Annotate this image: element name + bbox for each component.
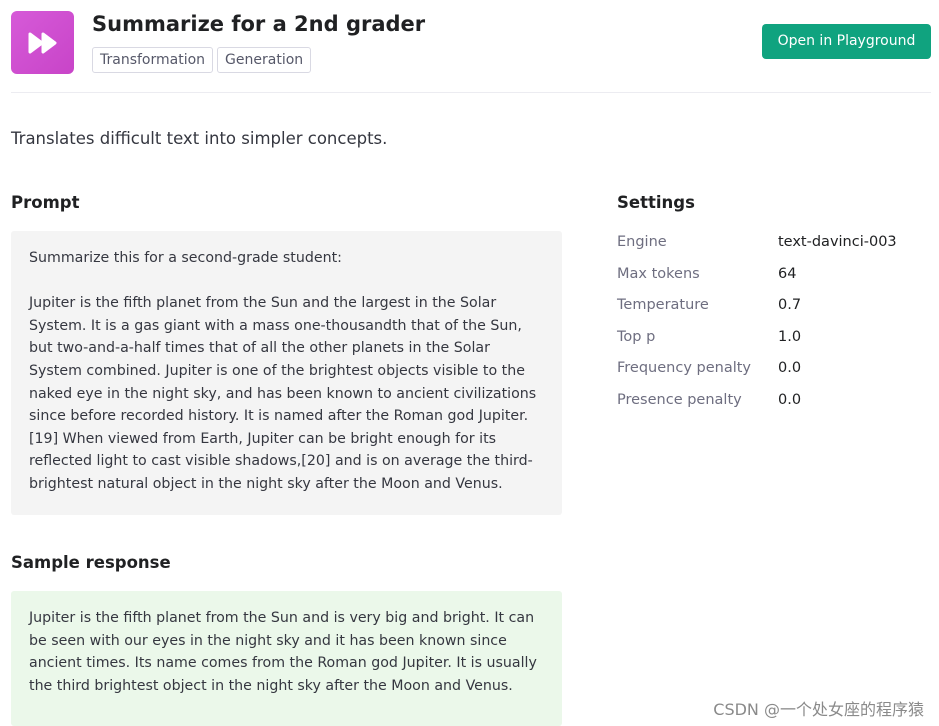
prompt-instruction: Summarize this for a second-grade studen… — [29, 250, 342, 266]
settings-table: Engine text-davinci-003 Max tokens 64 Te… — [617, 234, 917, 424]
example-icon — [11, 11, 74, 74]
settings-heading: Settings — [617, 193, 695, 212]
setting-label: Frequency penalty — [617, 360, 752, 377]
setting-row-presence-penalty: Presence penalty 0.0 — [617, 392, 917, 424]
tag-transformation[interactable]: Transformation — [92, 47, 214, 73]
setting-label: Max tokens — [617, 265, 700, 282]
prompt-body: Jupiter is the fifth planet from the Sun… — [29, 295, 537, 492]
setting-value: 0.7 — [778, 297, 802, 314]
page-title: Summarize for a 2nd grader — [92, 12, 426, 36]
setting-row-temperature: Temperature 0.7 — [617, 297, 917, 329]
watermark: CSDN @一个处女座的程序猿 — [713, 700, 924, 719]
tag-generation[interactable]: Generation — [217, 47, 312, 73]
open-in-playground-button[interactable]: Open in Playground — [762, 24, 931, 59]
example-header: Summarize for a 2nd grader Transformatio… — [11, 11, 931, 75]
setting-row-max-tokens: Max tokens 64 — [617, 266, 917, 298]
setting-value: 0.0 — [778, 391, 802, 408]
setting-value: 64 — [778, 265, 797, 282]
setting-row-engine: Engine text-davinci-003 — [617, 234, 917, 266]
example-page: Summarize for a 2nd grader Transformatio… — [0, 0, 939, 726]
setting-label: Temperature — [617, 297, 709, 314]
setting-label: Engine — [617, 234, 667, 250]
tag-list: Transformation Generation — [92, 47, 312, 73]
prompt-box: Summarize this for a second-grade studen… — [11, 231, 562, 515]
sample-response-box: Jupiter is the fifth planet from the Sun… — [11, 591, 562, 726]
setting-value: 1.0 — [778, 328, 802, 345]
setting-label: Top p — [617, 328, 656, 345]
setting-value: 0.0 — [778, 360, 802, 377]
sample-response-heading: Sample response — [11, 553, 171, 572]
prompt-heading: Prompt — [11, 193, 80, 212]
fast-forward-icon — [28, 32, 56, 53]
page-description: Translates difficult text into simpler c… — [11, 129, 388, 148]
setting-value: text-davinci-003 — [778, 234, 897, 250]
setting-row-frequency-penalty: Frequency penalty 0.0 — [617, 360, 917, 392]
setting-label: Presence penalty — [617, 391, 742, 408]
setting-row-top-p: Top p 1.0 — [617, 329, 917, 361]
header-divider — [11, 92, 931, 93]
sample-response-text: Jupiter is the fifth planet from the Sun… — [29, 610, 537, 694]
